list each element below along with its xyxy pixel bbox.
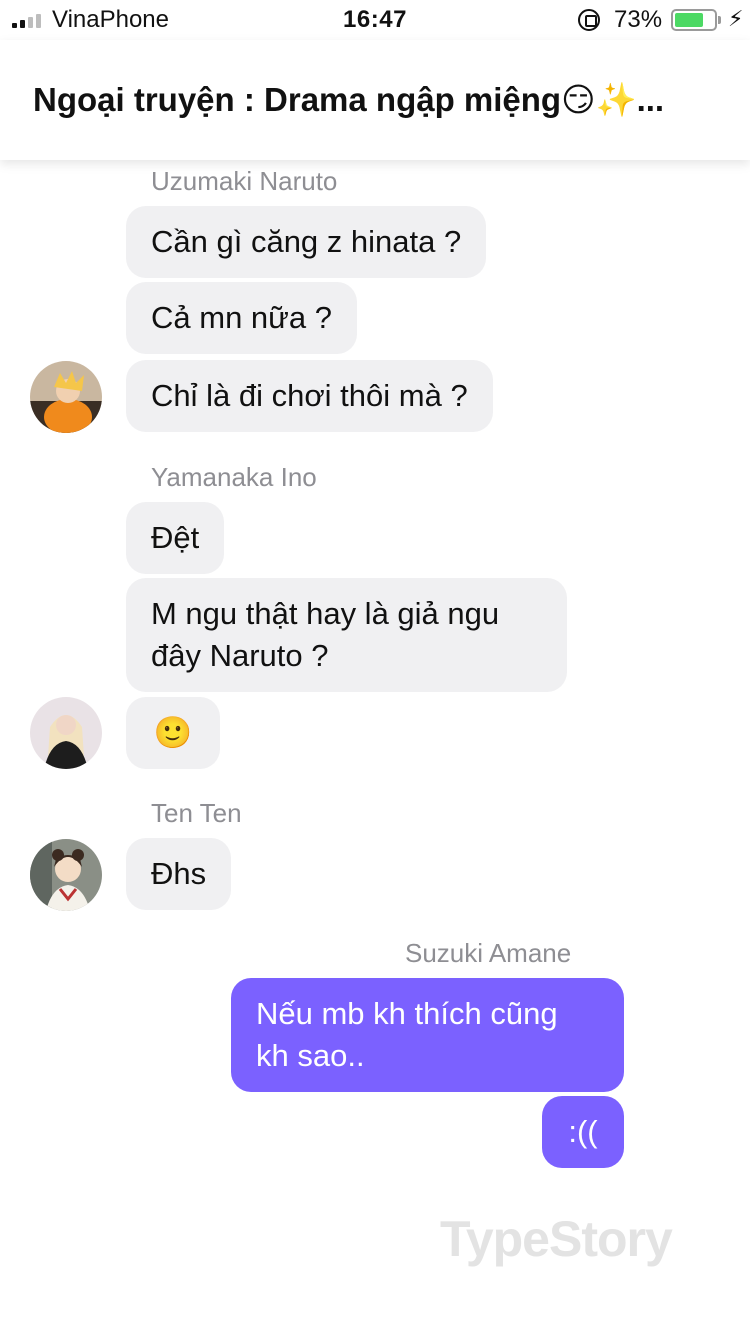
tenten-avatar[interactable] (30, 839, 102, 911)
message-bubble: Cả mn nữa ? (126, 282, 358, 354)
story-header: Ngoại truyện : Drama ngập miệng😏✨... (0, 40, 750, 160)
typestory-watermark: TypeStory (440, 1211, 673, 1267)
message-line: đây Naruto ? (151, 638, 329, 673)
battery-icon (671, 9, 717, 31)
message-line: kh sao.. (256, 1038, 365, 1073)
message-bubble-multiline: Nếu mb kh thích cũng kh sao.. (231, 978, 624, 1092)
rotation-lock-icon (578, 9, 600, 31)
sender-name: Yamanaka Ino (151, 462, 317, 492)
battery-tip (718, 16, 721, 24)
sender-name: Suzuki Amane (405, 938, 572, 968)
message-bubble: Đhs (126, 838, 232, 910)
chat-thread[interactable]: Uzumaki Naruto Cần gì căng z hinata ? Cả… (0, 160, 750, 1334)
message-bubble: Cần gì căng z hinata ? (126, 206, 487, 278)
story-title: Ngoại truyện : Drama ngập miệng😏✨... (33, 81, 665, 118)
emoji-bubble: 🙂 (126, 697, 220, 769)
status-bar: VinaPhone 16:47 73% ⚡ (0, 0, 750, 40)
message-line: Nếu mb kh thích cũng (256, 996, 558, 1031)
message-line: M ngu thật hay là giả ngu (151, 596, 500, 631)
message-bubble: :(( (542, 1096, 624, 1168)
sender-name: Ten Ten (151, 798, 242, 828)
sender-name: Uzumaki Naruto (151, 166, 338, 196)
message-bubble: Chỉ là đi chơi thôi mà ? (126, 360, 493, 432)
message-bubble-multiline: M ngu thật hay là giả ngu đây Naruto ? (126, 578, 567, 692)
naruto-avatar[interactable] (30, 361, 102, 433)
charging-icon: ⚡ (728, 6, 744, 31)
ino-avatar[interactable] (30, 697, 102, 769)
message-bubble: Đệt (126, 502, 225, 574)
battery-fill (675, 13, 703, 27)
battery-percent: 73% (614, 6, 663, 33)
